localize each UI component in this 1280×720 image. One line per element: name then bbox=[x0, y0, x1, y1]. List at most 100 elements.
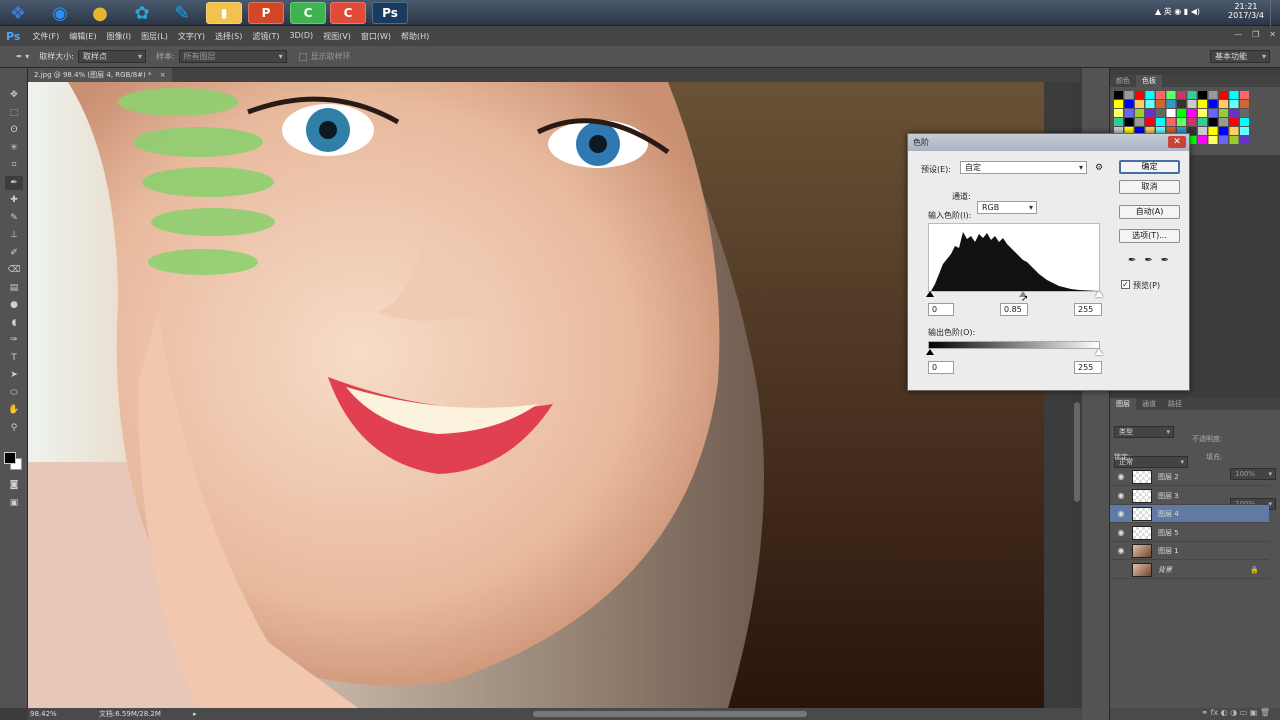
layer-name[interactable]: 图层 5 bbox=[1158, 524, 1179, 542]
swatch[interactable] bbox=[1135, 118, 1144, 126]
swatch[interactable] bbox=[1156, 118, 1165, 126]
layer-visibility-eye-icon[interactable]: ◉ bbox=[1116, 472, 1126, 482]
screen-mode-icon[interactable]: ▣ bbox=[5, 496, 23, 510]
clone-stamp-tool-icon[interactable]: ⊥ bbox=[5, 228, 23, 242]
swatch[interactable] bbox=[1124, 91, 1134, 99]
swatch[interactable] bbox=[1208, 100, 1218, 108]
swatch[interactable] bbox=[1156, 109, 1165, 117]
output-white-field[interactable]: 255 bbox=[1074, 361, 1102, 374]
preview-checkbox[interactable]: ✓ bbox=[1121, 280, 1130, 289]
brush-tool-icon[interactable]: ✎ bbox=[5, 211, 23, 225]
layer-row[interactable]: ◉ 图层 2 bbox=[1110, 468, 1269, 486]
restore-button[interactable]: ❐ bbox=[1252, 30, 1259, 39]
input-black-slider[interactable] bbox=[926, 291, 934, 297]
menu-item-1[interactable]: 编辑(E) bbox=[69, 31, 96, 42]
preset-select[interactable]: 自定 bbox=[960, 161, 1087, 174]
layer-row[interactable]: ◉ 图层 4 bbox=[1110, 505, 1269, 523]
swatch[interactable] bbox=[1114, 118, 1123, 126]
taskbar-start-icon[interactable]: ❖ bbox=[0, 2, 36, 24]
swatch[interactable] bbox=[1177, 91, 1186, 99]
swatch[interactable] bbox=[1156, 100, 1165, 108]
preset-gear-icon[interactable]: ⚙ bbox=[1095, 163, 1103, 173]
layer-visibility-eye-icon[interactable]: ◉ bbox=[1116, 528, 1126, 538]
layer-name[interactable]: 图层 2 bbox=[1158, 468, 1179, 486]
show-ring-checkbox[interactable] bbox=[298, 52, 307, 61]
input-language[interactable]: 英 bbox=[1164, 7, 1172, 16]
scroll-thumb[interactable] bbox=[1074, 402, 1080, 502]
type-tool-icon[interactable]: T bbox=[5, 351, 23, 365]
swatch[interactable] bbox=[1240, 136, 1249, 144]
swatch[interactable] bbox=[1198, 100, 1207, 108]
healing-tool-icon[interactable]: ✚ bbox=[5, 193, 23, 207]
swatch[interactable] bbox=[1166, 91, 1176, 99]
taskbar-qq-browser-icon[interactable]: ✿ bbox=[124, 2, 160, 24]
lasso-tool-icon[interactable]: ʘ bbox=[5, 123, 23, 137]
dialog-close-button[interactable]: ✕ bbox=[1168, 136, 1186, 148]
swatch[interactable] bbox=[1135, 109, 1144, 117]
swatch[interactable] bbox=[1124, 109, 1134, 117]
output-black-field[interactable]: 0 bbox=[928, 361, 954, 374]
swatch[interactable] bbox=[1229, 118, 1239, 126]
shape-tool-icon[interactable]: ⬭ bbox=[5, 386, 23, 400]
input-white-field[interactable]: 255 bbox=[1074, 303, 1102, 316]
swatch[interactable] bbox=[1219, 118, 1228, 126]
swatch[interactable] bbox=[1240, 127, 1249, 135]
swatch[interactable] bbox=[1229, 100, 1239, 108]
layer-footer-icons[interactable]: ⚭ fx ◐ ◑ ▭ ▣ 🗑 bbox=[1110, 708, 1280, 720]
menu-item-0[interactable]: 文件(F) bbox=[32, 31, 59, 42]
menu-item-9[interactable]: 窗口(W) bbox=[361, 31, 391, 42]
gradient-tool-icon[interactable]: ▤ bbox=[5, 281, 23, 295]
swatch[interactable] bbox=[1135, 91, 1144, 99]
swatch[interactable] bbox=[1219, 127, 1228, 135]
swatch[interactable] bbox=[1198, 118, 1207, 126]
swatch[interactable] bbox=[1208, 127, 1218, 135]
taskbar-powerpoint-icon[interactable]: P bbox=[248, 2, 284, 24]
swatches-tab-1[interactable]: 色板 bbox=[1136, 75, 1162, 87]
taskbar-camtasia-red-icon[interactable]: C bbox=[330, 2, 366, 24]
swatch[interactable] bbox=[1229, 136, 1239, 144]
swatch[interactable] bbox=[1145, 118, 1155, 126]
swatch[interactable] bbox=[1114, 109, 1123, 117]
swatch[interactable] bbox=[1219, 136, 1228, 144]
taskbar-chrome-icon[interactable]: ● bbox=[82, 2, 118, 24]
layer-row[interactable]: ◉ 图层 5 bbox=[1110, 524, 1269, 542]
swatch[interactable] bbox=[1187, 91, 1197, 99]
swatch[interactable] bbox=[1240, 109, 1249, 117]
cancel-button[interactable]: 取消 bbox=[1119, 180, 1180, 194]
path-select-tool-icon[interactable]: ➤ bbox=[5, 368, 23, 382]
input-gamma-field[interactable]: 0.85 bbox=[1000, 303, 1028, 316]
layers-tab-0[interactable]: 图层 bbox=[1110, 398, 1136, 410]
layers-tab-2[interactable]: 路径 bbox=[1162, 398, 1188, 410]
zoom-level[interactable]: 98.42% bbox=[30, 710, 57, 718]
canvas-horizontal-scrollbar[interactable] bbox=[533, 711, 807, 717]
ok-button[interactable]: 确定 bbox=[1119, 160, 1180, 174]
swatch[interactable] bbox=[1198, 91, 1207, 99]
layer-filter-select[interactable]: 类型 bbox=[1114, 426, 1174, 438]
history-brush-tool-icon[interactable]: ✐ bbox=[5, 246, 23, 260]
dodge-tool-icon[interactable]: ◖ bbox=[5, 316, 23, 330]
eyedropper-icon[interactable]: ✒ ▾ bbox=[16, 52, 29, 61]
show-desktop-button[interactable] bbox=[1270, 0, 1280, 26]
swatch[interactable] bbox=[1219, 109, 1228, 117]
swatch[interactable] bbox=[1208, 91, 1218, 99]
layer-visibility-eye-icon[interactable]: ◉ bbox=[1116, 491, 1126, 501]
channel-select[interactable]: RGB bbox=[977, 201, 1037, 214]
menu-item-2[interactable]: 图像(I) bbox=[107, 31, 132, 42]
layer-visibility-eye-icon[interactable]: ◉ bbox=[1116, 509, 1126, 519]
taskbar-folder-icon[interactable]: ▮ bbox=[206, 2, 242, 24]
layer-name[interactable]: 图层 1 bbox=[1158, 542, 1179, 560]
layer-name[interactable]: 背景 bbox=[1158, 561, 1172, 579]
menu-item-8[interactable]: 视图(V) bbox=[323, 31, 351, 42]
minimize-button[interactable]: — bbox=[1234, 30, 1242, 39]
tray-clock[interactable]: 21:21 2017/3/4 bbox=[1226, 2, 1266, 20]
menu-item-3[interactable]: 图层(L) bbox=[141, 31, 168, 42]
layer-visibility-eye-icon[interactable]: ◉ bbox=[1116, 546, 1126, 556]
swatch[interactable] bbox=[1198, 127, 1207, 135]
swatch[interactable] bbox=[1177, 109, 1186, 117]
menu-item-5[interactable]: 选择(S) bbox=[215, 31, 242, 42]
swatch[interactable] bbox=[1208, 109, 1218, 117]
quick-mask-icon[interactable]: ◙ bbox=[5, 478, 23, 492]
swatch[interactable] bbox=[1219, 91, 1228, 99]
document-tab[interactable]: 2.jpg @ 98.4% (图层 4, RGB/8#) * × bbox=[28, 68, 172, 82]
swatch[interactable] bbox=[1229, 91, 1239, 99]
